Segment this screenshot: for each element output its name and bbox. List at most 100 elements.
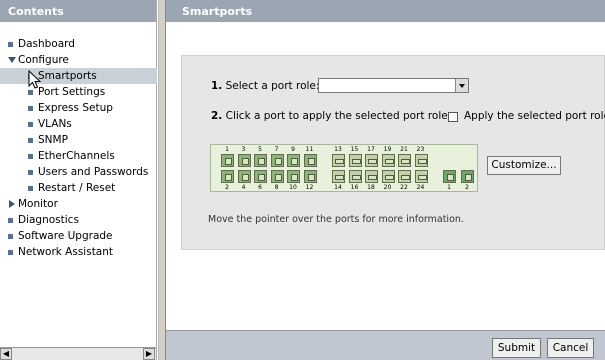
step2-text: Click a port to apply the selected port … <box>225 110 452 122</box>
step2-label: 2. Click a port to apply the selected po… <box>211 110 451 122</box>
port-18[interactable] <box>365 170 378 183</box>
port-16[interactable] <box>348 170 362 183</box>
bullet-icon <box>28 138 33 143</box>
port-number: 2 <box>225 184 229 191</box>
sidebar-item-label: Port Settings <box>38 86 106 98</box>
step2-number: 2. <box>211 110 223 122</box>
bullet-icon <box>8 250 13 255</box>
bullet-icon <box>28 106 33 111</box>
port-8[interactable] <box>270 170 284 183</box>
submit-button[interactable]: Submit <box>492 338 541 358</box>
port-7[interactable] <box>270 154 284 167</box>
pointer-cursor-icon <box>28 70 42 89</box>
sidebar-item-label: Dashboard <box>18 38 75 50</box>
sidebar-item-label: VLANs <box>38 118 72 130</box>
switch-front-panel: 1 2 3 4 5 6 7 8 9 10 11 12 13 14 15 16 17 18 19 20 21 22 23 24 1… <box>210 144 478 192</box>
port-15[interactable] <box>348 154 362 167</box>
bullet-icon <box>8 234 13 239</box>
hint-text: Move the pointer over the ports for more… <box>208 214 464 225</box>
sidebar-item-diagnostics[interactable]: Diagnostics <box>0 212 157 228</box>
sidebar-item-etherchannels[interactable]: EtherChannels <box>0 148 157 164</box>
port-number: 17 <box>367 146 375 153</box>
port-number: 20 <box>383 184 392 191</box>
port-number: 22 <box>400 184 408 191</box>
smartports-pane: Smartports 1. Select a port role: 2. Cli… <box>166 0 605 360</box>
port-number: 16 <box>350 184 359 191</box>
port-24[interactable] <box>414 170 428 183</box>
port-number: 15 <box>350 146 359 153</box>
sidebar-item-smartports[interactable]: Smartports <box>0 68 157 84</box>
apply-role-checkbox[interactable] <box>448 112 458 122</box>
sidebar-item-label: SNMP <box>38 134 68 146</box>
pane-divider[interactable] <box>158 0 166 360</box>
sidebar-item-express-setup[interactable]: Express Setup <box>0 100 157 116</box>
bullet-icon <box>28 90 33 95</box>
sidebar-item-users-and-passwords[interactable]: Users and Passwords <box>0 164 157 180</box>
step1-text: Select a port role: <box>225 80 320 92</box>
port-3[interactable] <box>237 154 251 167</box>
cancel-button[interactable]: Cancel <box>547 338 594 358</box>
sidebar-item-label: Express Setup <box>38 102 113 114</box>
sidebar-item-restart-reset[interactable]: Restart / Reset <box>0 180 157 196</box>
port-9[interactable] <box>287 154 300 167</box>
port-14[interactable] <box>332 170 345 183</box>
scroll-right-icon[interactable]: ▶ <box>143 348 155 360</box>
port-11[interactable] <box>303 154 317 167</box>
port-21[interactable] <box>398 154 411 167</box>
contents-pane: Contents Dashboard Configure Smartports Por… <box>0 0 157 360</box>
port-number: 24 <box>416 184 425 191</box>
sidebar-item-software-upgrade[interactable]: Software Upgrade <box>0 228 157 244</box>
step1-label: 1. Select a port role: <box>211 80 319 92</box>
chevron-down-icon[interactable] <box>455 79 468 92</box>
port-5[interactable] <box>254 154 267 167</box>
horizontal-scrollbar[interactable]: ◀ ▶ <box>0 347 156 360</box>
sidebar-item-network-assistant[interactable]: Network Assistant <box>0 244 157 260</box>
sidebar-item-label: Diagnostics <box>18 214 79 226</box>
sidebar-item-label: Configure <box>18 54 69 66</box>
port-4[interactable] <box>237 170 251 183</box>
sidebar-item-configure[interactable]: Configure <box>0 52 157 68</box>
port-number: 14 <box>334 184 342 191</box>
expanded-triangle-icon[interactable] <box>8 57 16 63</box>
port-number: 8 <box>274 184 279 191</box>
port-13[interactable] <box>332 154 345 167</box>
port-17[interactable] <box>365 154 378 167</box>
port-1[interactable] <box>221 154 234 167</box>
collapsed-triangle-icon[interactable] <box>9 200 15 208</box>
page-title: Smartports <box>166 0 605 22</box>
uplink-port-1[interactable] <box>443 170 456 183</box>
port-number: 7 <box>274 146 279 153</box>
sidebar-item-vlans[interactable]: VLANs <box>0 116 157 132</box>
port-number: 3 <box>241 146 246 153</box>
port-number: 21 <box>400 146 408 153</box>
port-number: 1 <box>225 146 229 153</box>
port-number: 5 <box>258 146 262 153</box>
port-10[interactable] <box>287 170 300 183</box>
sidebar-item-label: Users and Passwords <box>38 166 149 178</box>
port-19[interactable] <box>381 154 395 167</box>
sidebar-item-dashboard[interactable]: Dashboard <box>0 36 157 52</box>
apply-role-label: Apply the selected port role <box>464 110 605 122</box>
port-number: 13 <box>334 146 342 153</box>
port-2[interactable] <box>221 170 234 183</box>
scroll-left-icon[interactable]: ◀ <box>0 348 12 360</box>
port-12[interactable] <box>303 170 317 183</box>
sidebar-item-label: Monitor <box>18 198 58 210</box>
port-number: 12 <box>305 184 314 191</box>
port-20[interactable] <box>381 170 395 183</box>
port-23[interactable] <box>414 154 428 167</box>
contents-header: Contents <box>0 0 156 22</box>
port-role-select[interactable] <box>318 78 469 93</box>
sidebar-item-monitor[interactable]: Monitor <box>0 196 157 212</box>
uplink-port-2[interactable] <box>461 170 474 183</box>
sidebar-item-snmp[interactable]: SNMP <box>0 132 157 148</box>
port-number: 10 <box>289 184 297 191</box>
port-22[interactable] <box>398 170 411 183</box>
sidebar-item-label: Software Upgrade <box>18 230 113 242</box>
port-number: 2 <box>465 184 469 191</box>
port-number: 1 <box>447 184 451 191</box>
customize-button[interactable]: Customize... <box>487 156 561 175</box>
sidebar-item-port-settings[interactable]: Port Settings <box>0 84 157 100</box>
navigation-tree: Dashboard Configure Smartports Port Setting… <box>0 36 157 260</box>
port-6[interactable] <box>254 170 267 183</box>
